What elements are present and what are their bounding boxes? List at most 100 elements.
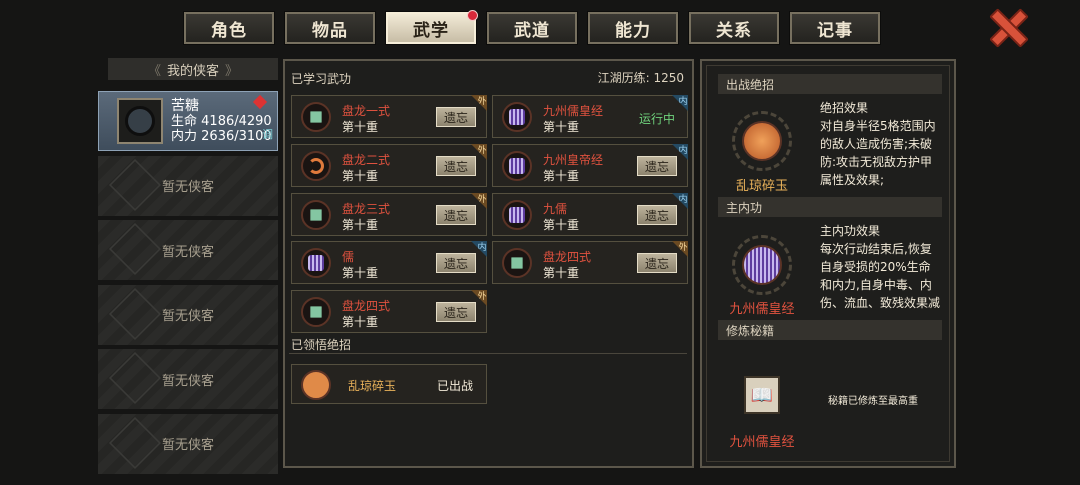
skill-card[interactable]: 盘龙三式 第十重 遗忘 外 (291, 193, 487, 236)
ultimate-status: 已出战 (437, 379, 474, 393)
empty-silhouette-icon (108, 351, 162, 405)
hero-hp: 生命 4186/4290 (171, 114, 272, 129)
skill-card[interactable]: 盘龙二式 第十重 遗忘 外 (291, 144, 487, 187)
tab-label: 角色 (211, 20, 247, 41)
chevron-left-icon[interactable]: 《 (148, 60, 161, 79)
battle-ultimate-name: 乱琼碎玉 (735, 179, 788, 194)
ultimate-name: 乱琼碎玉 (348, 379, 397, 393)
tab-bar: 角色 物品 武学 武道 能力 关系 记事 (183, 10, 881, 45)
skill-name: 盘龙三式 (342, 202, 391, 216)
manual-note: 秘籍已修炼至最高重 (828, 396, 918, 407)
ultimates-title: 已领悟绝招 (291, 338, 352, 352)
hero-avatar (117, 98, 163, 144)
close-icon[interactable] (988, 8, 1024, 44)
forget-button[interactable]: 遗忘 (436, 205, 476, 225)
tab-label: 物品 (312, 20, 348, 41)
skill-name: 九儒 (543, 202, 568, 216)
purple-pillar-icon (502, 102, 532, 132)
empty-slot[interactable]: 暂无侠客 (98, 349, 278, 409)
internal-tag: 内 (672, 95, 688, 111)
skill-card[interactable]: 九州皇帝经 第十重 遗忘 内 (492, 144, 688, 187)
skill-card[interactable]: 盘龙四式 第十重 遗忘 外 (291, 290, 487, 333)
empty-slot-label: 暂无侠客 (161, 244, 214, 260)
empty-slot-label: 暂无侠客 (161, 373, 214, 389)
forget-button[interactable]: 遗忘 (436, 156, 476, 176)
learned-skills-title: 已学习武功 (291, 72, 352, 86)
green-leaf-icon (301, 102, 331, 132)
running-status: 运行中 (639, 112, 676, 126)
skill-card[interactable]: 儒 第十重 遗忘 内 (291, 241, 487, 284)
empty-slot[interactable]: 暂无侠客 (98, 284, 278, 345)
skill-card[interactable]: 九州儒皇经 第十重 运行中 内 (492, 95, 688, 138)
empty-slot[interactable]: 暂无侠客 (98, 413, 278, 474)
tab-label: 能力 (615, 20, 651, 41)
skills-panel: 已学习武功 江湖历练: 1250 盘龙一式 第十重 遗忘 外 九州儒皇经 第十重… (283, 59, 694, 468)
crossed-swords-icon (742, 121, 782, 161)
tab-items[interactable]: 物品 (284, 11, 376, 45)
roster-header: 《 我的侠客 》 (108, 58, 278, 80)
forget-button[interactable]: 遗忘 (637, 253, 677, 273)
purple-pillar-icon (502, 151, 532, 181)
empty-slot-label: 暂无侠客 (161, 438, 214, 453)
skill-level: 第十重 (543, 169, 580, 183)
skill-level: 第十重 (543, 120, 580, 134)
tab-martial-arts[interactable]: 武学 (385, 10, 478, 45)
skill-name: 盘龙一式 (342, 104, 391, 118)
skill-level: 第十重 (342, 315, 379, 329)
skill-name: 九州皇帝经 (543, 153, 604, 167)
manual-name: 九州儒皇经 (729, 435, 795, 450)
forget-button[interactable]: 遗忘 (637, 205, 677, 225)
skill-card[interactable]: 盘龙一式 第十重 遗忘 外 (291, 95, 487, 138)
tab-character[interactable]: 角色 (183, 11, 275, 45)
ultimate-effect-title: 绝招效果 (820, 101, 869, 115)
skill-level: 第十重 (543, 218, 580, 232)
orange-swirl-icon (301, 151, 331, 181)
purple-pillar-icon (301, 248, 331, 278)
hp-label: 生命 (171, 113, 198, 129)
skill-name: 儒 (342, 250, 355, 264)
battle-ultimate-image[interactable] (720, 99, 804, 183)
crossed-swords-icon (301, 370, 331, 400)
skill-name: 盘龙二式 (342, 153, 391, 167)
purple-pillar-icon (742, 245, 782, 285)
empty-silhouette-icon (108, 287, 162, 340)
experience-readout: 江湖历练: 1250 (598, 69, 684, 86)
tab-relations[interactable]: 关系 (688, 11, 780, 45)
skill-level: 第十重 (342, 218, 379, 232)
main-internal-image[interactable] (720, 223, 804, 307)
skill-level: 第十重 (543, 266, 580, 280)
tab-martial-path[interactable]: 武道 (486, 11, 578, 45)
forget-button[interactable]: 遗忘 (637, 156, 677, 176)
skill-card[interactable]: 盘龙四式 第十重 遗忘 外 (492, 241, 688, 284)
tab-journal[interactable]: 记事 (789, 11, 881, 45)
skill-level: 第十重 (342, 266, 379, 280)
skill-name: 盘龙四式 (342, 299, 391, 313)
skill-level: 第十重 (342, 120, 379, 134)
mp-label: 内力 (171, 128, 198, 144)
chevron-right-icon[interactable]: 》 (225, 60, 238, 79)
ultimate-card[interactable]: 乱琼碎玉 已出战 (291, 364, 487, 404)
adjust-button[interactable]: 调 (262, 126, 273, 142)
manual-header: 修炼秘籍 (718, 320, 942, 340)
battle-ultimate-header: 出战绝招 (718, 74, 942, 94)
hooded-figure-icon (125, 106, 155, 136)
skill-name: 九州儒皇经 (543, 104, 604, 118)
main-internal-name: 九州儒皇经 (729, 302, 795, 317)
forget-button[interactable]: 遗忘 (436, 107, 476, 127)
section-divider (289, 353, 687, 354)
purple-pillar-icon (502, 200, 532, 230)
skill-card[interactable]: 九儒 第十重 遗忘 内 (492, 193, 688, 236)
manual-image[interactable]: 📖 (720, 353, 804, 437)
tab-label: 记事 (817, 20, 853, 41)
empty-silhouette-icon (108, 416, 162, 469)
tab-abilities[interactable]: 能力 (587, 11, 679, 45)
hero-slot[interactable]: 苦糖 生命 4186/4290 内力 2636/3100 调 (98, 91, 278, 151)
forget-button[interactable]: 遗忘 (436, 253, 476, 273)
green-leaf-icon (502, 248, 532, 278)
green-leaf-icon (301, 200, 331, 230)
empty-slot[interactable]: 暂无侠客 (98, 155, 278, 216)
empty-slot[interactable]: 暂无侠客 (98, 220, 278, 280)
forget-button[interactable]: 遗忘 (436, 302, 476, 322)
exp-value: 1250 (653, 71, 684, 85)
exp-label: 江湖历练: (597, 71, 650, 85)
